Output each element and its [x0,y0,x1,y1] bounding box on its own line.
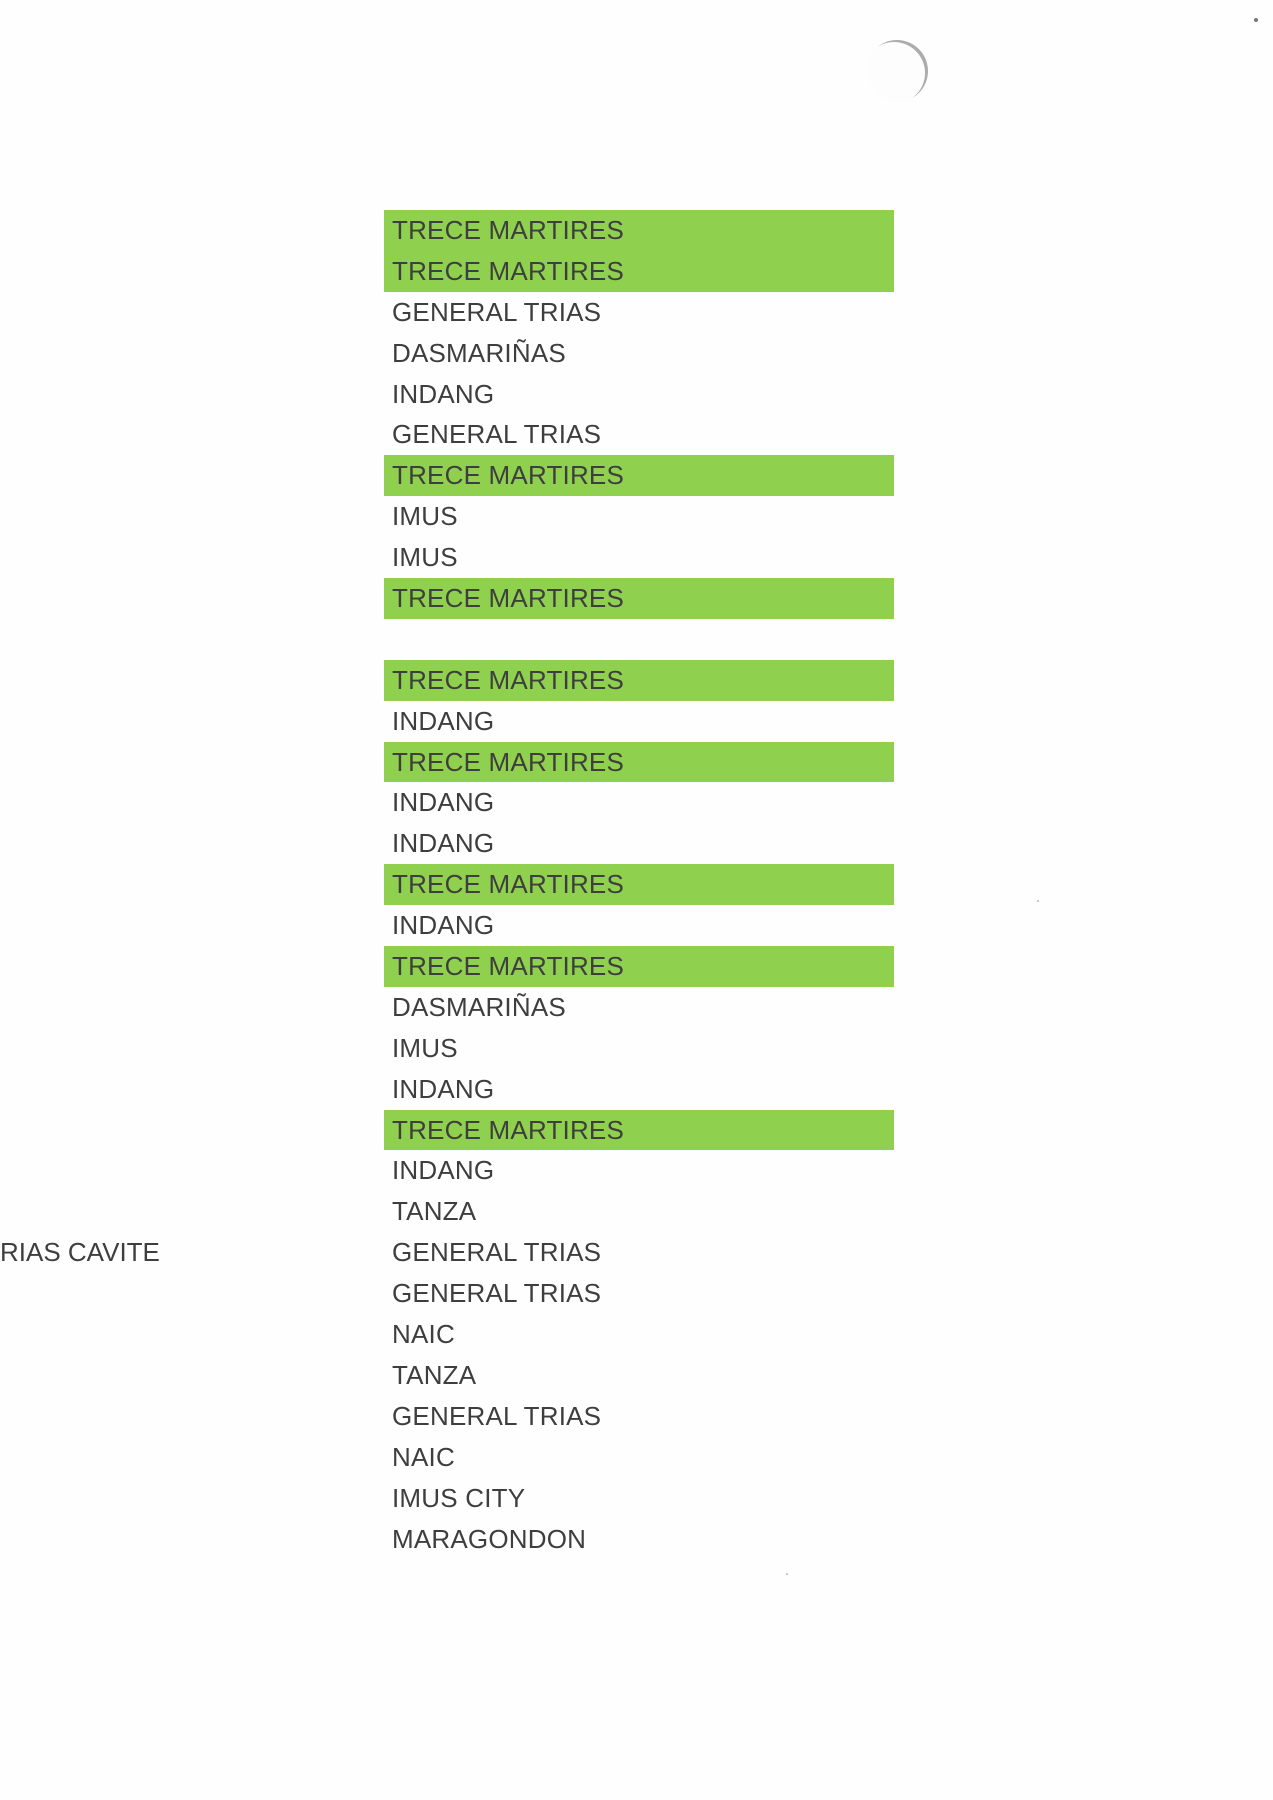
list-item: INDANG [392,1155,495,1186]
highlighted-list-item: TRECE MARTIRES [384,864,894,906]
highlighted-list-item: TRECE MARTIRES [384,455,894,497]
list-item: GENERAL TRIAS [392,419,602,450]
highlighted-list-item: TRECE MARTIRES [384,210,894,251]
highlighted-list-item: TRECE MARTIRES [384,250,894,292]
list-item: INDANG [392,828,495,859]
punch-hole-mark [866,40,928,102]
dust-speck [1037,900,1039,902]
list-item: GENERAL TRIAS [392,1278,602,1309]
list-item: DASMARIÑAS [392,991,566,1022]
list-item: IMUS CITY [392,1482,526,1513]
list-item: IMUS [392,1032,458,1063]
highlighted-list-item: TRECE MARTIRES [384,578,894,619]
dust-speck [786,1573,788,1575]
list-item: IMUS [392,501,458,532]
list-item [384,619,894,660]
cut-off-address-text: RIAS CAVITE [0,1237,160,1267]
highlighted-list-item: TRECE MARTIRES [384,659,894,701]
list-item: NAIC [392,1319,455,1350]
list-item: TANZA [392,1196,477,1227]
list-item: DASMARIÑAS [392,337,566,368]
list-item: GENERAL TRIAS [392,1400,602,1431]
list-item: INDANG [392,787,495,818]
list-item: MARAGONDON [392,1523,587,1554]
list-item: GENERAL TRIAS [392,296,602,327]
list-item: TANZA [392,1359,477,1390]
highlighted-list-item: TRECE MARTIRES [384,1109,894,1151]
list-item: INDANG [392,910,495,941]
list-item: GENERAL TRIAS [392,1237,602,1268]
scanned-page: RIAS CAVITE TRECE MARTIRES TRECE MARTIRES… [0,0,1273,1800]
highlighted-list-item: TRECE MARTIRES [384,741,894,783]
list-item: INDANG [392,378,495,409]
municipality-list: TRECE MARTIRES TRECE MARTIRES GENERAL TRIA… [384,210,894,1559]
list-item: IMUS [392,542,458,573]
list-item: INDANG [392,1073,495,1104]
list-item: NAIC [392,1441,455,1472]
list-item: INDANG [392,705,495,736]
highlighted-list-item: TRECE MARTIRES [384,946,894,987]
dust-speck [1254,18,1258,22]
